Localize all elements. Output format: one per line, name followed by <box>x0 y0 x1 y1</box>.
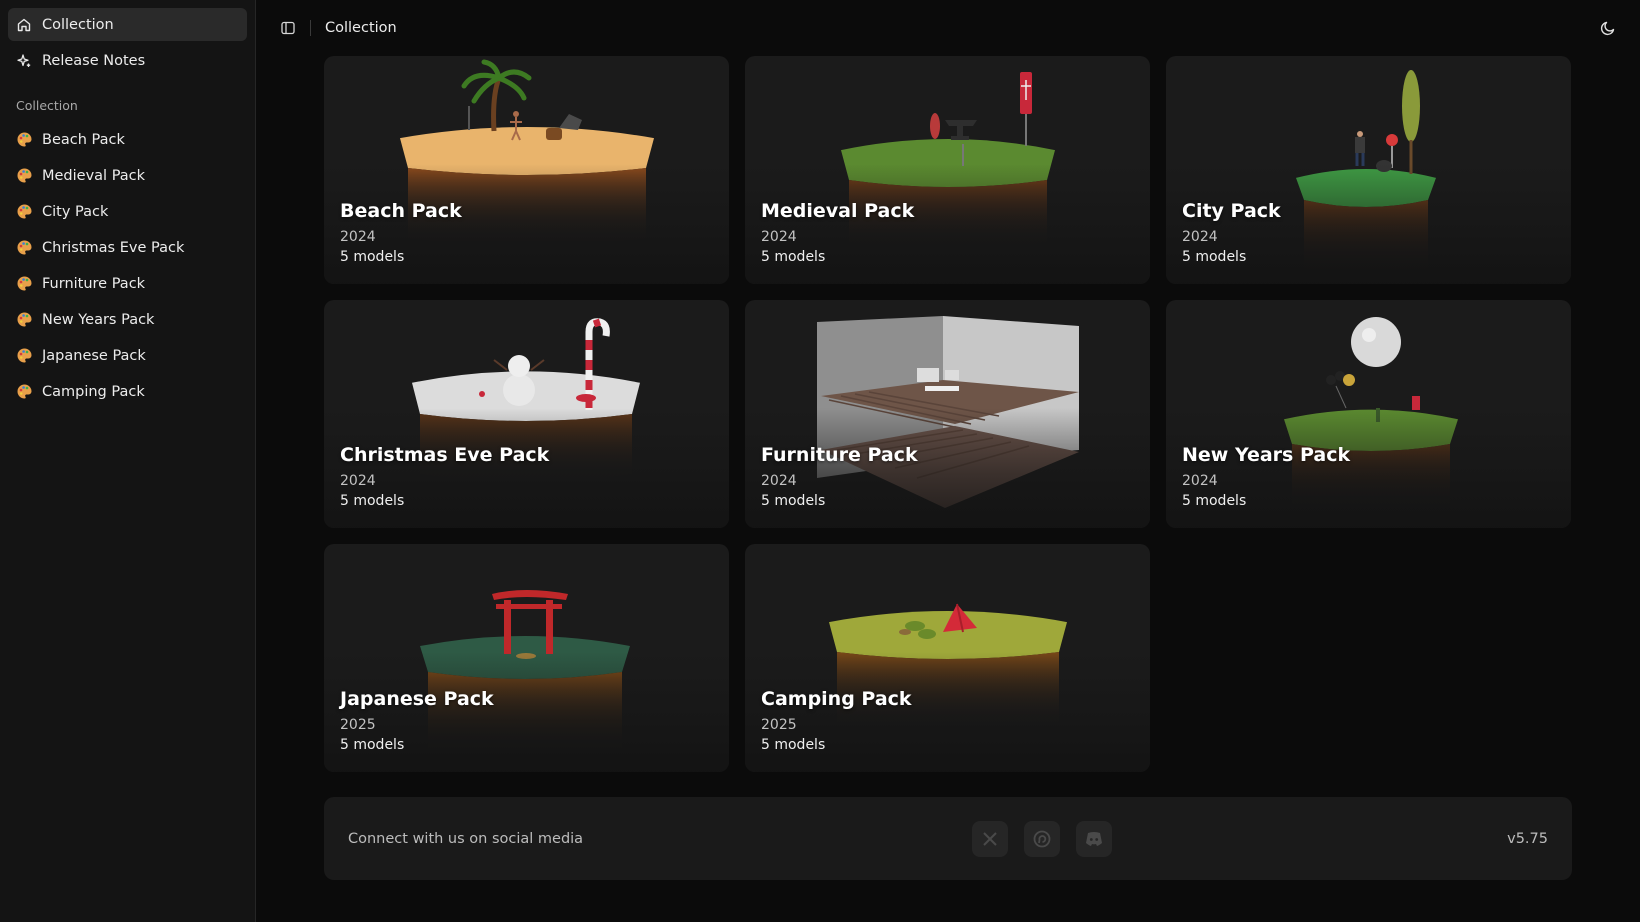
sidebar-item-camping-pack[interactable]: Camping Pack <box>8 375 247 408</box>
card-model-count: 5 models <box>340 493 405 509</box>
sidebar-item-beach-pack[interactable]: Beach Pack <box>8 123 247 156</box>
sidebar-section-label: Collection <box>16 98 78 113</box>
breadcrumb: Collection <box>325 20 397 36</box>
card-year: 2024 <box>340 473 376 489</box>
card-meta: Beach Pack 2024 5 models <box>340 199 462 267</box>
sidebar-item-label: Camping Pack <box>42 383 145 400</box>
card-title: City Pack <box>1182 200 1281 222</box>
top-bar: Collection <box>256 0 1640 56</box>
sidebar-item-label: Christmas Eve Pack <box>42 239 185 256</box>
palette-icon <box>16 203 33 220</box>
card-year: 2024 <box>1182 473 1218 489</box>
card-meta: City Pack 2024 5 models <box>1182 199 1281 267</box>
card-year: 2024 <box>340 229 376 245</box>
threads-link-button[interactable] <box>1024 821 1060 857</box>
x-logo-icon <box>981 830 999 848</box>
sidebar-item-new-years-pack[interactable]: New Years Pack <box>8 303 247 336</box>
sidebar-item-label: Release Notes <box>42 52 146 69</box>
palette-icon <box>16 311 33 328</box>
moon-icon <box>1600 20 1616 36</box>
sidebar-item-medieval-pack[interactable]: Medieval Pack <box>8 159 247 192</box>
pack-list: Beach Pack Medieval Pack City Pack Christma… <box>8 123 247 408</box>
palette-icon <box>16 239 33 256</box>
card-year: 2024 <box>761 229 797 245</box>
social-links <box>972 821 1112 857</box>
card-title: Furniture Pack <box>761 444 918 466</box>
sidebar-item-label: Beach Pack <box>42 131 125 148</box>
sidebar-item-label: New Years Pack <box>42 311 155 328</box>
sidebar-item-label: Medieval Pack <box>42 167 146 184</box>
pack-card-newyears[interactable]: New Years Pack 2024 5 models <box>1166 300 1571 528</box>
card-meta: Camping Pack 2025 5 models <box>761 687 912 755</box>
card-model-count: 5 models <box>340 737 405 753</box>
card-model-count: 5 models <box>1182 249 1247 265</box>
pack-card-christmas[interactable]: Christmas Eve Pack 2024 5 models <box>324 300 729 528</box>
card-model-count: 5 models <box>761 493 826 509</box>
card-meta: Japanese Pack 2025 5 models <box>340 687 494 755</box>
pack-card-medieval[interactable]: Medieval Pack 2024 5 models <box>745 56 1150 284</box>
header-divider <box>310 20 311 36</box>
sidebar-item-christmas-eve-pack[interactable]: Christmas Eve Pack <box>8 231 247 264</box>
sidebar-item-label: City Pack <box>42 203 109 220</box>
sidebar-item-japanese-pack[interactable]: Japanese Pack <box>8 339 247 372</box>
sidebar: Collection Release Notes Collection Beac… <box>0 0 256 922</box>
pack-card-camping[interactable]: Camping Pack 2025 5 models <box>745 544 1150 772</box>
theme-toggle-button[interactable] <box>1594 14 1622 42</box>
footer-text: Connect with us on social media <box>348 830 584 847</box>
palette-icon <box>16 347 33 364</box>
card-title: Beach Pack <box>340 200 462 222</box>
pack-card-japanese[interactable]: Japanese Pack 2025 5 models <box>324 544 729 772</box>
card-year: 2025 <box>761 717 797 733</box>
card-model-count: 5 models <box>340 249 405 265</box>
palette-icon <box>16 383 33 400</box>
pack-grid: Beach Pack 2024 5 models Medieval Pack 2024 5… <box>324 56 1572 772</box>
card-title: Japanese Pack <box>340 688 494 710</box>
card-title: Camping Pack <box>761 688 912 710</box>
card-title: New Years Pack <box>1182 444 1351 466</box>
palette-icon <box>16 275 33 292</box>
sidebar-item-label: Japanese Pack <box>42 347 146 364</box>
discord-link-button[interactable] <box>1076 821 1112 857</box>
sidebar-item-furniture-pack[interactable]: Furniture Pack <box>8 267 247 300</box>
card-title: Christmas Eve Pack <box>340 444 550 466</box>
sidebar-item-label: Furniture Pack <box>42 275 146 292</box>
discord-logo-icon <box>1084 830 1104 848</box>
pack-card-city[interactable]: City Pack 2024 5 models <box>1166 56 1571 284</box>
pack-card-beach[interactable]: Beach Pack 2024 5 models <box>324 56 729 284</box>
card-meta: Medieval Pack 2024 5 models <box>761 199 914 267</box>
palette-icon <box>16 167 33 184</box>
sidebar-toggle-button[interactable] <box>274 14 302 42</box>
card-model-count: 5 models <box>1182 493 1247 509</box>
card-title: Medieval Pack <box>761 200 915 222</box>
palette-icon <box>16 131 33 148</box>
sparkle-icon <box>16 53 32 69</box>
card-model-count: 5 models <box>761 737 826 753</box>
card-meta: Christmas Eve Pack 2024 5 models <box>340 443 549 511</box>
panel-left-icon <box>280 20 296 36</box>
card-meta: Furniture Pack 2024 5 models <box>761 443 918 511</box>
card-year: 2024 <box>1182 229 1218 245</box>
pack-card-furniture[interactable]: Furniture Pack 2024 5 models <box>745 300 1150 528</box>
app-version: v5.75 <box>1507 830 1548 847</box>
home-icon <box>16 17 32 33</box>
card-meta: New Years Pack 2024 5 models <box>1182 443 1350 511</box>
sidebar-item-label: Collection <box>42 16 114 33</box>
threads-logo-icon <box>1032 829 1052 849</box>
sidebar-item-release-notes[interactable]: Release Notes <box>8 44 247 77</box>
sidebar-item-collection[interactable]: Collection <box>8 8 247 41</box>
x-link-button[interactable] <box>972 821 1008 857</box>
card-model-count: 5 models <box>761 249 826 265</box>
card-year: 2025 <box>340 717 376 733</box>
footer: Connect with us on social media v5.75 <box>324 797 1572 880</box>
card-year: 2024 <box>761 473 797 489</box>
sidebar-item-city-pack[interactable]: City Pack <box>8 195 247 228</box>
